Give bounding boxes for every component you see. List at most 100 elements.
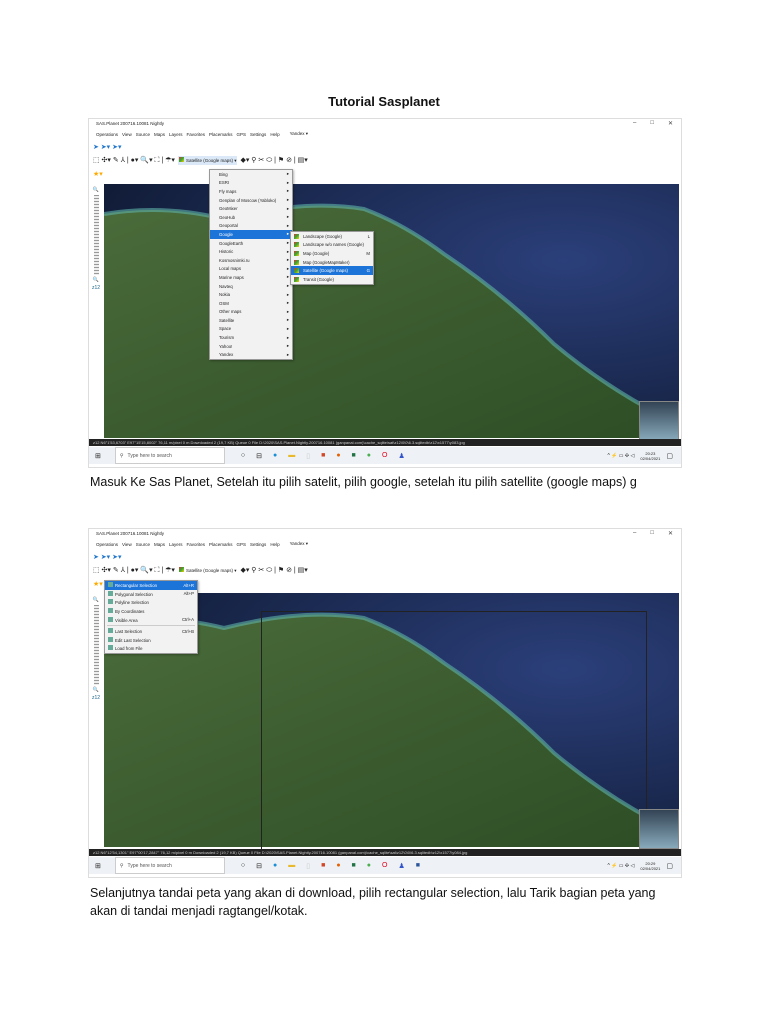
search-provider-dropdown[interactable]: Yandex ▾ [290, 541, 308, 547]
menu-item[interactable]: Polyline Selection [105, 598, 197, 607]
star-icon[interactable]: ★▾ [93, 580, 103, 588]
sasplanet-icon[interactable]: ♟ [398, 452, 404, 460]
menu-item[interactable]: Landscape (Google) L [291, 232, 373, 241]
edge-icon[interactable]: ● [273, 452, 277, 460]
close-icon[interactable]: ✕ [668, 530, 673, 537]
menu-maps[interactable]: Maps [154, 132, 165, 137]
menu-item[interactable]: Tourism ▸ [210, 333, 292, 342]
minimap[interactable] [639, 809, 679, 849]
menu-item[interactable]: Genplan of Moscow (Yablоko) ▸ [210, 196, 292, 205]
cortana-icon[interactable]: ○ [241, 862, 245, 870]
menu-item[interactable]: Satellite ▸ [210, 316, 292, 325]
menu-item[interactable]: Satellite (Google maps) G [291, 266, 373, 275]
menu-layers[interactable]: Layers [169, 542, 183, 547]
notepad-icon[interactable]: ▯ [306, 452, 310, 460]
menu-item[interactable]: Nokia ▸ [210, 290, 292, 299]
menu-item[interactable]: Yahoo! ▸ [210, 342, 292, 351]
menu-item[interactable]: Rectangular Selection Alt+R [105, 581, 197, 590]
menu-item[interactable]: Last Selection Ctrl+B [105, 627, 197, 636]
menu-gps[interactable]: GPS [237, 542, 247, 547]
menu-favorites[interactable]: Favorites [187, 542, 206, 547]
tray-icons[interactable]: ^ ⚡ ▭ ✣ ◁ [607, 453, 634, 459]
file-explorer-icon[interactable]: ▬ [288, 862, 295, 870]
menu-item[interactable]: Navteq ▸ [210, 282, 292, 291]
toolbar-icons-right[interactable]: ◆▾ ⚲ ✂ ⬭ | ⚑ ⊘ | ▤▾ [240, 566, 307, 575]
menu-item[interactable]: Map (GoogleMapMaker) [291, 258, 373, 267]
cortana-icon[interactable]: ○ [241, 452, 245, 460]
menu-item[interactable]: Load from File [105, 644, 197, 653]
maximize-icon[interactable]: □ [650, 120, 654, 127]
clock[interactable]: 20:29 02/04/2021 [640, 861, 660, 871]
menu-view[interactable]: View [122, 132, 132, 137]
menu-item[interactable]: Polygonal Selection Alt+P [105, 590, 197, 599]
menu-item[interactable]: Yandex ▸ [210, 350, 292, 359]
menu-item[interactable]: Transit (Google) [291, 275, 373, 284]
menu-source[interactable]: Source [136, 132, 150, 137]
menu-item[interactable]: Edit Last Selection [105, 636, 197, 645]
menu-favorites[interactable]: Favorites [187, 132, 206, 137]
file-explorer-icon[interactable]: ▬ [288, 452, 295, 460]
menu-help[interactable]: Help [270, 132, 279, 137]
menu-item[interactable]: GeoMixer ▸ [210, 204, 292, 213]
menu-maps[interactable]: Maps [154, 542, 165, 547]
menu-item[interactable]: Landscape w/o names (Google) [291, 241, 373, 250]
menu-item[interactable]: OSM ▸ [210, 299, 292, 308]
powerpoint-icon[interactable]: ■ [321, 862, 325, 870]
firefox-icon[interactable]: ● [336, 862, 340, 870]
menu-settings[interactable]: Settings [250, 542, 266, 547]
excel-icon[interactable]: ■ [352, 452, 356, 460]
toolbar-icons[interactable]: ⬚ ✣▾ ✎ ⅄ | ●▾ 🔍▾ ⛶ | ☂▾ [93, 156, 175, 165]
menu-item[interactable]: Google ▸ [210, 230, 292, 239]
taskbar-search-box[interactable]: ⚲ Type here to search [114, 857, 225, 874]
menu-item[interactable]: ESRI ▸ [210, 179, 292, 188]
tray-icons[interactable]: ^ ⚡ ▭ ✣ ◁ [607, 863, 634, 869]
menu-view[interactable]: View [122, 542, 132, 547]
minimap[interactable] [639, 401, 679, 441]
menu-gps[interactable]: GPS [237, 132, 247, 137]
menu-item[interactable]: Kosmosnimki.ru ▸ [210, 256, 292, 265]
menu-placemarks[interactable]: Placemarks [209, 542, 233, 547]
menu-item[interactable]: By Coordinates [105, 607, 197, 616]
menu-item[interactable]: Space ▸ [210, 325, 292, 334]
word-icon[interactable]: ■ [416, 862, 420, 870]
chrome-icon[interactable]: ● [367, 862, 371, 870]
menu-help[interactable]: Help [270, 542, 279, 547]
notification-icon[interactable]: ▢ [666, 862, 673, 870]
menu-item[interactable]: GoogleEarth ▸ [210, 239, 292, 248]
map-source-button[interactable]: Satellite (Google maps) ▾ [178, 566, 238, 575]
windows-start-icon[interactable]: ⊞ [95, 452, 101, 460]
windows-start-icon[interactable]: ⊞ [95, 862, 101, 870]
menu-item[interactable]: Fly maps ▸ [210, 187, 292, 196]
menu-item[interactable]: Other maps ▸ [210, 308, 292, 317]
zoom-bar[interactable]: 🔍 🔍 z12 [91, 187, 101, 291]
notification-icon[interactable]: ▢ [666, 452, 673, 460]
task-view-icon[interactable]: ⊟ [256, 452, 262, 460]
menu-item[interactable]: Local maps ▸ [210, 265, 292, 274]
minimize-icon[interactable]: – [633, 120, 636, 127]
cursor-icon[interactable]: ➤ ➤▾ ➤▾ [93, 143, 122, 151]
menu-item[interactable]: Historic ▸ [210, 247, 292, 256]
cursor-icon[interactable]: ➤ ➤▾ ➤▾ [93, 553, 122, 561]
clock[interactable]: 20:23 02/04/2021 [640, 451, 660, 461]
menu-layers[interactable]: Layers [169, 132, 183, 137]
close-icon[interactable]: ✕ [668, 120, 673, 127]
excel-icon[interactable]: ■ [352, 862, 356, 870]
opera-icon[interactable]: O [382, 862, 387, 870]
menu-item[interactable]: Map (Google) M [291, 249, 373, 258]
star-icon[interactable]: ★▾ [93, 170, 103, 178]
menu-item[interactable]: Bing ▸ [210, 170, 292, 179]
minimize-icon[interactable]: – [633, 530, 636, 537]
menu-settings[interactable]: Settings [250, 132, 266, 137]
map-source-button[interactable]: Satellite (Google maps) ▾ [177, 155, 238, 165]
sasplanet-icon[interactable]: ♟ [398, 862, 404, 870]
menu-item[interactable]: Geoportal ▸ [210, 222, 292, 231]
toolbar-icons[interactable]: ⬚ ✣▾ ✎ ⅄ | ●▾ 🔍▾ ⛶ | ☂▾ [93, 566, 175, 575]
satellite-map[interactable] [103, 184, 680, 438]
maximize-icon[interactable]: □ [650, 530, 654, 537]
menu-item[interactable]: GeoHub ▸ [210, 213, 292, 222]
menu-operations[interactable]: Operations [96, 132, 118, 137]
opera-icon[interactable]: O [382, 452, 387, 460]
menu-item[interactable]: Visible Area Ctrl+A [105, 615, 197, 624]
toolbar-icons-right[interactable]: ◆▾ ⚲ ✂ ⬭ | ⚑ ⊘ | ▤▾ [240, 156, 307, 165]
menu-operations[interactable]: Operations [96, 542, 118, 547]
